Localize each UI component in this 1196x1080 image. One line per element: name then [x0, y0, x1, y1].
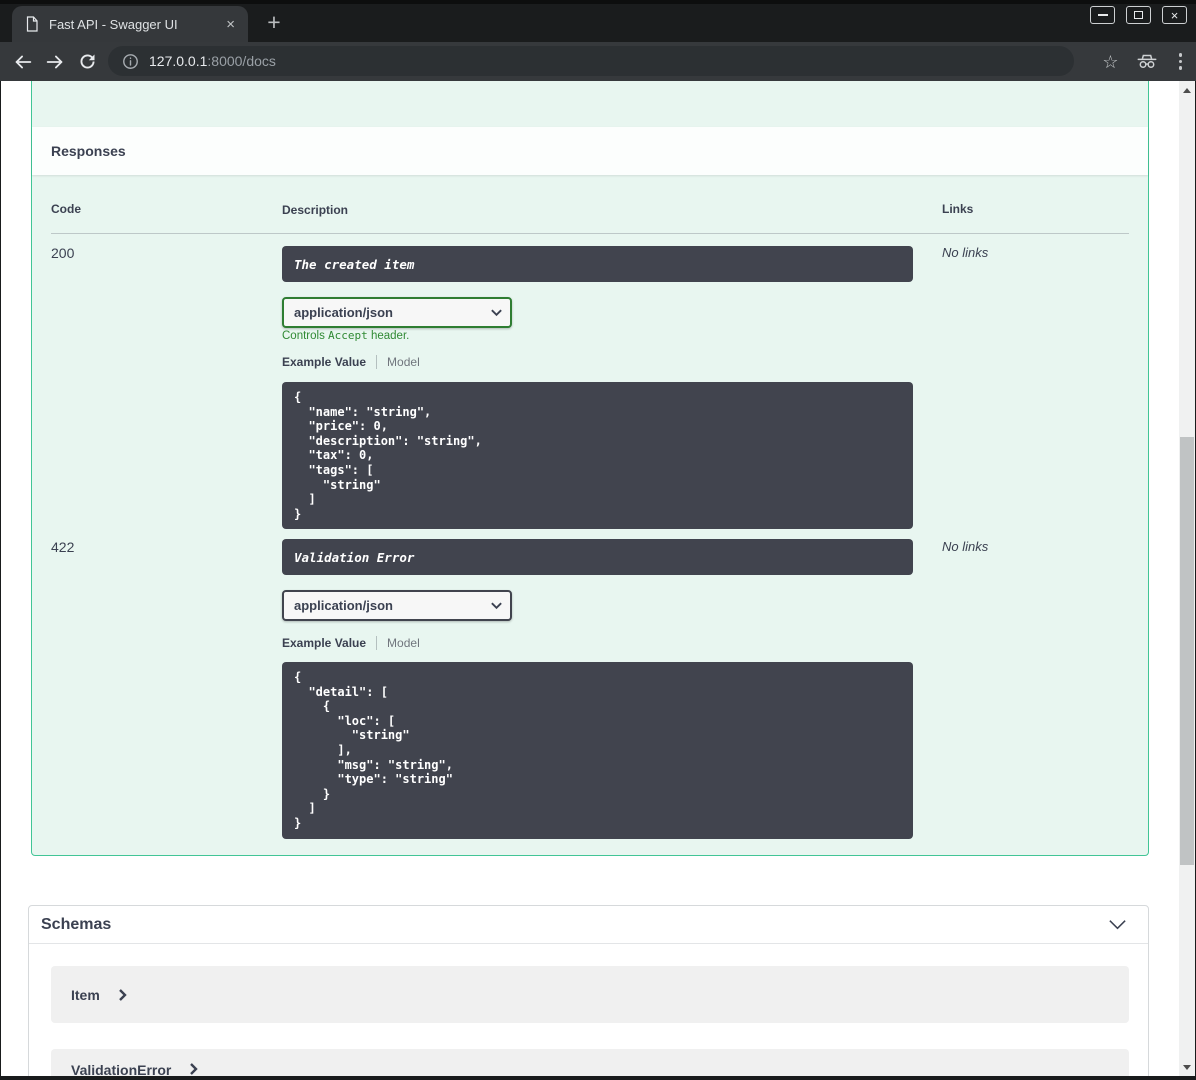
example-model-tabs-422: Example Value Model [282, 636, 420, 650]
url-text: 127.0.0.1:8000/docs [149, 53, 276, 69]
no-links-422: No links [942, 539, 989, 554]
chevron-right-icon [117, 988, 129, 1002]
tab-model[interactable]: Model [387, 355, 420, 369]
chevron-right-icon [188, 1062, 200, 1076]
schemas-header[interactable]: Schemas [29, 906, 1148, 944]
tab-divider [376, 355, 378, 369]
tab-divider [376, 636, 378, 650]
media-type-select-422: application/json [282, 590, 512, 621]
toolbar-actions: ☆ [1102, 42, 1186, 81]
schema-model-item[interactable]: Item [51, 966, 1129, 1023]
scrollbar-up-arrow[interactable] [1179, 83, 1195, 97]
forward-button[interactable] [44, 51, 66, 73]
responses-title: Responses [51, 143, 126, 159]
browser-toolbar: 127.0.0.1:8000/docs ☆ [0, 42, 1196, 81]
browser-tab-bar: Fast API - Swagger UI × + × [0, 4, 1196, 42]
tab-title: Fast API - Swagger UI [49, 16, 178, 32]
page-favicon-icon [25, 16, 39, 32]
media-type-select-200: application/json [282, 297, 512, 328]
tab-close-icon[interactable]: × [223, 17, 238, 32]
reload-button[interactable] [77, 51, 99, 73]
table-header-divider [51, 233, 1129, 234]
scrollbar-down-arrow[interactable] [1179, 1060, 1195, 1074]
tab-model[interactable]: Model [387, 636, 420, 650]
column-header-code: Code [51, 202, 81, 216]
column-header-description: Description [282, 203, 349, 217]
maximize-icon [1134, 11, 1143, 19]
example-json-200: { "name": "string", "price": 0, "descrip… [282, 382, 913, 530]
minimize-icon [1097, 14, 1108, 16]
media-type-dropdown[interactable]: application/json [282, 297, 512, 328]
scrollbar-thumb[interactable] [1180, 437, 1194, 865]
menu-kebab-icon[interactable] [1175, 51, 1187, 72]
schema-name: Item [71, 986, 100, 1003]
controls-accept-header-note: Controls Accept header. [282, 329, 410, 342]
bookmark-star-icon[interactable]: ☆ [1102, 53, 1118, 71]
url-path: :8000/docs [207, 53, 276, 69]
page-viewport: Responses Code Description Links 200 The… [1, 81, 1195, 1076]
responses-section-header: Responses [32, 127, 1148, 175]
url-host: 127.0.0.1 [149, 53, 208, 69]
address-bar[interactable]: 127.0.0.1:8000/docs [108, 46, 1074, 76]
response-code-422: 422 [51, 539, 75, 555]
opblock-post: Responses Code Description Links 200 The… [31, 81, 1149, 856]
tab-example-value[interactable]: Example Value [282, 355, 366, 369]
column-header-links: Links [942, 202, 974, 216]
media-type-dropdown[interactable]: application/json [282, 590, 512, 621]
browser-tab[interactable]: Fast API - Swagger UI × [12, 6, 248, 42]
response-description-200: The created item [282, 246, 913, 282]
example-model-tabs-200: Example Value Model [282, 355, 420, 369]
schema-model-validationerror[interactable]: ValidationError [51, 1049, 1129, 1076]
back-button[interactable] [12, 51, 34, 73]
close-button[interactable]: × [1162, 6, 1187, 24]
example-json-422: { "detail": [ { "loc": [ "string" ], "ms… [282, 662, 913, 839]
schemas-section: Schemas Item ValidationError [28, 905, 1149, 1076]
site-info-icon[interactable] [122, 53, 139, 70]
page-scrollbar[interactable] [1179, 81, 1195, 1076]
chevron-down-icon[interactable] [1107, 914, 1128, 935]
no-links-200: No links [942, 245, 989, 260]
maximize-button[interactable] [1126, 6, 1151, 24]
response-description-422: Validation Error [282, 539, 913, 575]
response-code-200: 200 [51, 245, 75, 261]
incognito-icon [1136, 54, 1158, 70]
window-controls: × [1090, 6, 1187, 24]
tab-example-value[interactable]: Example Value [282, 636, 366, 650]
new-tab-button[interactable]: + [262, 11, 286, 34]
minimize-button[interactable] [1090, 6, 1115, 24]
schemas-title: Schemas [41, 915, 112, 933]
schema-name: ValidationError [71, 1062, 172, 1076]
